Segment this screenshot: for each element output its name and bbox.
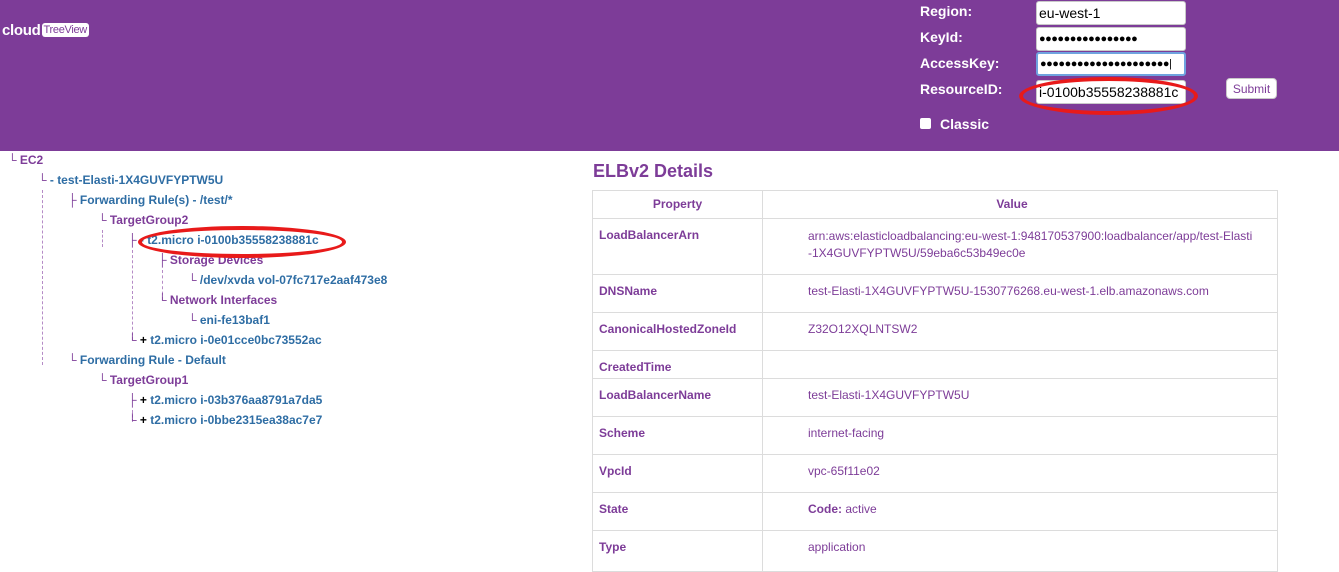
tree-node-forwarding-rule-default[interactable]: └ Forwarding Rule - Default [68, 353, 226, 367]
value-cell: test-Elasti-1X4GUVFYPTW5U-1530776268.eu-… [808, 284, 1209, 298]
tree-label: - test-Elasti-1X4GUVFYPTW5U [49, 173, 224, 187]
classic-label: Classic [940, 116, 990, 132]
keyid-input[interactable]: ●●●●●●●●●●●●●●●● [1036, 27, 1186, 51]
tree-connector: ├ [158, 253, 167, 267]
column-header-property: Property [593, 191, 763, 218]
tree-node-targetgroup1[interactable]: └ TargetGroup1 [98, 373, 188, 387]
tree-label: Network Interfaces [169, 293, 278, 307]
tree-label: t2.micro i-0e01cce0bc73552ac [150, 333, 322, 347]
table-row: LoadBalancerName test-Elasti-1X4GUVFYPTW… [593, 379, 1277, 417]
header-bar: cloud TreeView Region: eu-west-1 KeyId: ●… [0, 0, 1339, 151]
resourceid-input[interactable]: i-0100b35558238881c [1036, 80, 1186, 104]
table-row: State Code: active [593, 493, 1277, 531]
table-row: Scheme internet-facing [593, 417, 1277, 455]
tree-connector: ├ [68, 193, 77, 207]
details-table: Property Value LoadBalancerArn arn:aws:e… [592, 190, 1278, 572]
table-row: CreatedTime [593, 351, 1277, 379]
property-cell: Scheme [593, 417, 763, 454]
tree-label: Forwarding Rule - Default [79, 353, 226, 367]
classic-checkbox[interactable] [920, 118, 931, 129]
tree-node-instance-3[interactable]: ├ + t2.micro i-03b376aa8791a7da5 [128, 393, 322, 407]
tree-guide-line [42, 190, 43, 365]
value-cell: Z32O12XQLNTSW2 [808, 322, 918, 336]
tree-label: t2.micro i-0bbe2315ea38ac7e7 [150, 413, 323, 427]
expand-toggle[interactable]: + [140, 333, 147, 347]
tree-node-loadbalancer[interactable]: └ - test-Elasti-1X4GUVFYPTW5U [38, 173, 223, 187]
tree-node-targetgroup2[interactable]: └ TargetGroup2 [98, 213, 188, 227]
tree-connector: ├ [128, 233, 137, 247]
value-cell: Code: active [763, 493, 1275, 530]
value-text: active [842, 502, 877, 516]
value-cell [763, 351, 1275, 378]
tree-guide-line [102, 230, 103, 247]
tree-connector: └ [128, 333, 137, 347]
table-row: VpcId vpc-65f11e02 [593, 455, 1277, 493]
region-input[interactable]: eu-west-1 [1036, 1, 1186, 25]
tree-connector: └ [158, 293, 167, 307]
value-cell: internet-facing [808, 426, 885, 440]
tree-connector: └ [98, 373, 107, 387]
tree-label: - t2.micro i-0100b35558238881c [139, 233, 319, 247]
property-cell: VpcId [593, 455, 763, 492]
app-logo[interactable]: cloud TreeView [2, 22, 89, 39]
tree-connector: └ [68, 353, 77, 367]
tree-label: TargetGroup1 [109, 373, 189, 387]
expand-toggle[interactable]: + [140, 393, 147, 407]
tree-label: eni-fe13baf1 [199, 313, 270, 327]
details-title: ELBv2 Details [593, 161, 714, 181]
tree-node-instance-2[interactable]: └ + t2.micro i-0e01cce0bc73552ac [128, 333, 322, 347]
tree-label: EC2 [19, 153, 44, 167]
tree-guide-line [132, 250, 133, 340]
tree-connector: └ [188, 313, 197, 327]
region-label: Region: [920, 3, 973, 19]
logo-main-text: cloud [2, 22, 41, 39]
tree-node-volume[interactable]: └ /dev/xvda vol-07fc717e2aaf473e8 [188, 273, 387, 287]
tree-node-network-interfaces[interactable]: └ Network Interfaces [158, 293, 277, 307]
property-cell: State [593, 493, 763, 530]
property-cell: DNSName [593, 275, 763, 312]
tree-connector: ├ [128, 393, 137, 407]
tree-node-ec2[interactable]: └ EC2 [8, 153, 43, 167]
tree-connector: └ [8, 153, 17, 167]
accesskey-input[interactable]: ●●●●●●●●●●●●●●●●●●●●●| [1036, 52, 1186, 76]
property-cell: CanonicalHostedZoneId [593, 313, 763, 350]
tree-label: TargetGroup2 [109, 213, 189, 227]
tree-label: t2.micro i-03b376aa8791a7da5 [150, 393, 323, 407]
value-cell: vpc-65f11e02 [808, 464, 880, 478]
tree-connector: └ [38, 173, 47, 187]
tree-connector: └ [128, 413, 137, 427]
column-header-value: Value [996, 197, 1028, 211]
table-row: DNSName test-Elasti-1X4GUVFYPTW5U-153077… [593, 275, 1277, 313]
tree-connector: └ [188, 273, 197, 287]
tree-node-storage-devices[interactable]: ├ Storage Devices [158, 253, 263, 267]
property-cell: LoadBalancerArn [593, 219, 763, 274]
tree-connector: └ [98, 213, 107, 227]
tree-node-forwarding-rule-test[interactable]: ├ Forwarding Rule(s) - /test/* [68, 193, 233, 207]
table-row: Type application [593, 531, 1277, 571]
table-header-row: Property Value [593, 191, 1277, 219]
accesskey-label: AccessKey: [920, 55, 1000, 71]
value-cell: application [808, 540, 866, 554]
property-cell: LoadBalancerName [593, 379, 763, 416]
resourceid-label: ResourceID: [920, 81, 1003, 97]
tree-label: Storage Devices [169, 253, 264, 267]
logo-sub-text: TreeView [41, 23, 89, 37]
tree-label: Forwarding Rule(s) - /test/* [79, 193, 233, 207]
table-row: LoadBalancerArn arn:aws:elasticloadbalan… [593, 219, 1277, 275]
value-cell: test-Elasti-1X4GUVFYPTW5U [808, 388, 970, 402]
value-cell: arn:aws:elasticloadbalancing:eu-west-1:9… [808, 229, 1253, 260]
tree-node-instance-4[interactable]: └ + t2.micro i-0bbe2315ea38ac7e7 [128, 413, 322, 427]
tree-node-instance-selected[interactable]: ├ - t2.micro i-0100b35558238881c [128, 233, 319, 247]
property-cell: CreatedTime [593, 351, 763, 378]
tree-node-eni[interactable]: └ eni-fe13baf1 [188, 313, 270, 327]
expand-toggle[interactable]: + [140, 413, 147, 427]
property-cell: Type [593, 531, 763, 571]
keyid-label: KeyId: [920, 29, 963, 45]
tree-label: /dev/xvda vol-07fc717e2aaf473e8 [199, 273, 388, 287]
submit-button[interactable]: Submit [1226, 78, 1277, 99]
value-key: Code: [808, 502, 842, 516]
table-row: CanonicalHostedZoneId Z32O12XQLNTSW2 [593, 313, 1277, 351]
